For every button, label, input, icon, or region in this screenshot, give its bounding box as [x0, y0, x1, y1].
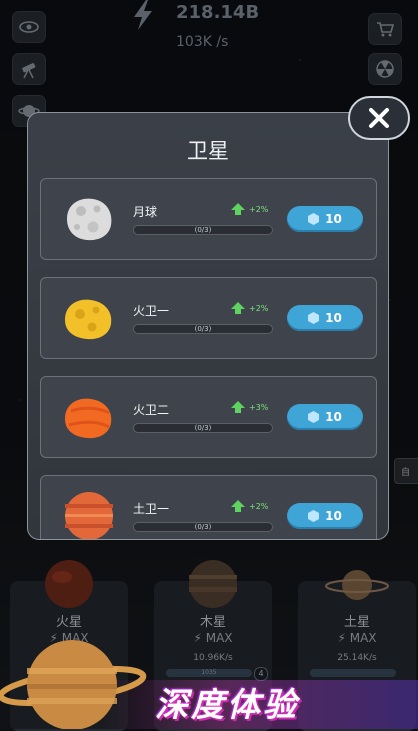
satellite-card-phobos: 火卫一 +2% (0/3) 10: [40, 277, 377, 359]
arrow-up-icon: [231, 302, 245, 314]
satellite-name: 火卫二: [133, 403, 170, 417]
progress-bar: (0/3): [133, 324, 273, 334]
bonus-indicator: +3%: [231, 401, 268, 413]
buy-button[interactable]: 10: [287, 206, 363, 232]
satellite-modal: 卫星 月球 +2% (0/3) 10 火卫一 +2% (0/3) 10 火卫二 …: [27, 112, 389, 540]
arrow-up-icon: [231, 500, 245, 512]
satellite-card-deimos: 火卫二 +3% (0/3) 10: [40, 376, 377, 458]
gem-icon: [308, 411, 320, 423]
phobos-icon: [65, 299, 112, 340]
saturn-decoration-icon: [0, 640, 147, 729]
moon-icon: [67, 198, 112, 241]
bonus-indicator: +2%: [231, 203, 268, 215]
progress-bar: (0/3): [133, 522, 273, 532]
gem-icon: [308, 312, 320, 324]
satellite-name: 月球: [133, 205, 158, 219]
gem-icon: [308, 510, 320, 522]
deimos-icon: [65, 398, 112, 439]
bonus-indicator: +2%: [231, 500, 268, 512]
modal-title: 卫星: [187, 139, 229, 163]
buy-button[interactable]: 10: [287, 503, 363, 529]
satellite-card-moon: 月球 +2% (0/3) 10: [40, 178, 377, 260]
satellite-name: 火卫一: [133, 304, 170, 318]
close-icon: [369, 108, 389, 128]
promo-banner-text: 深度体验: [155, 685, 299, 724]
mimas-icon: [65, 492, 113, 539]
arrow-up-icon: [231, 203, 245, 215]
satellite-card-mimas: 土卫一 +2% (0/3) 10: [40, 475, 377, 539]
progress-bar: (0/3): [133, 423, 273, 433]
close-button[interactable]: [348, 96, 410, 140]
bonus-indicator: +2%: [231, 302, 268, 314]
buy-button[interactable]: 10: [287, 305, 363, 331]
gem-icon: [308, 213, 320, 225]
arrow-up-icon: [231, 401, 245, 413]
progress-bar: (0/3): [133, 225, 273, 235]
satellite-name: 土卫一: [133, 502, 170, 516]
buy-button[interactable]: 10: [287, 404, 363, 430]
